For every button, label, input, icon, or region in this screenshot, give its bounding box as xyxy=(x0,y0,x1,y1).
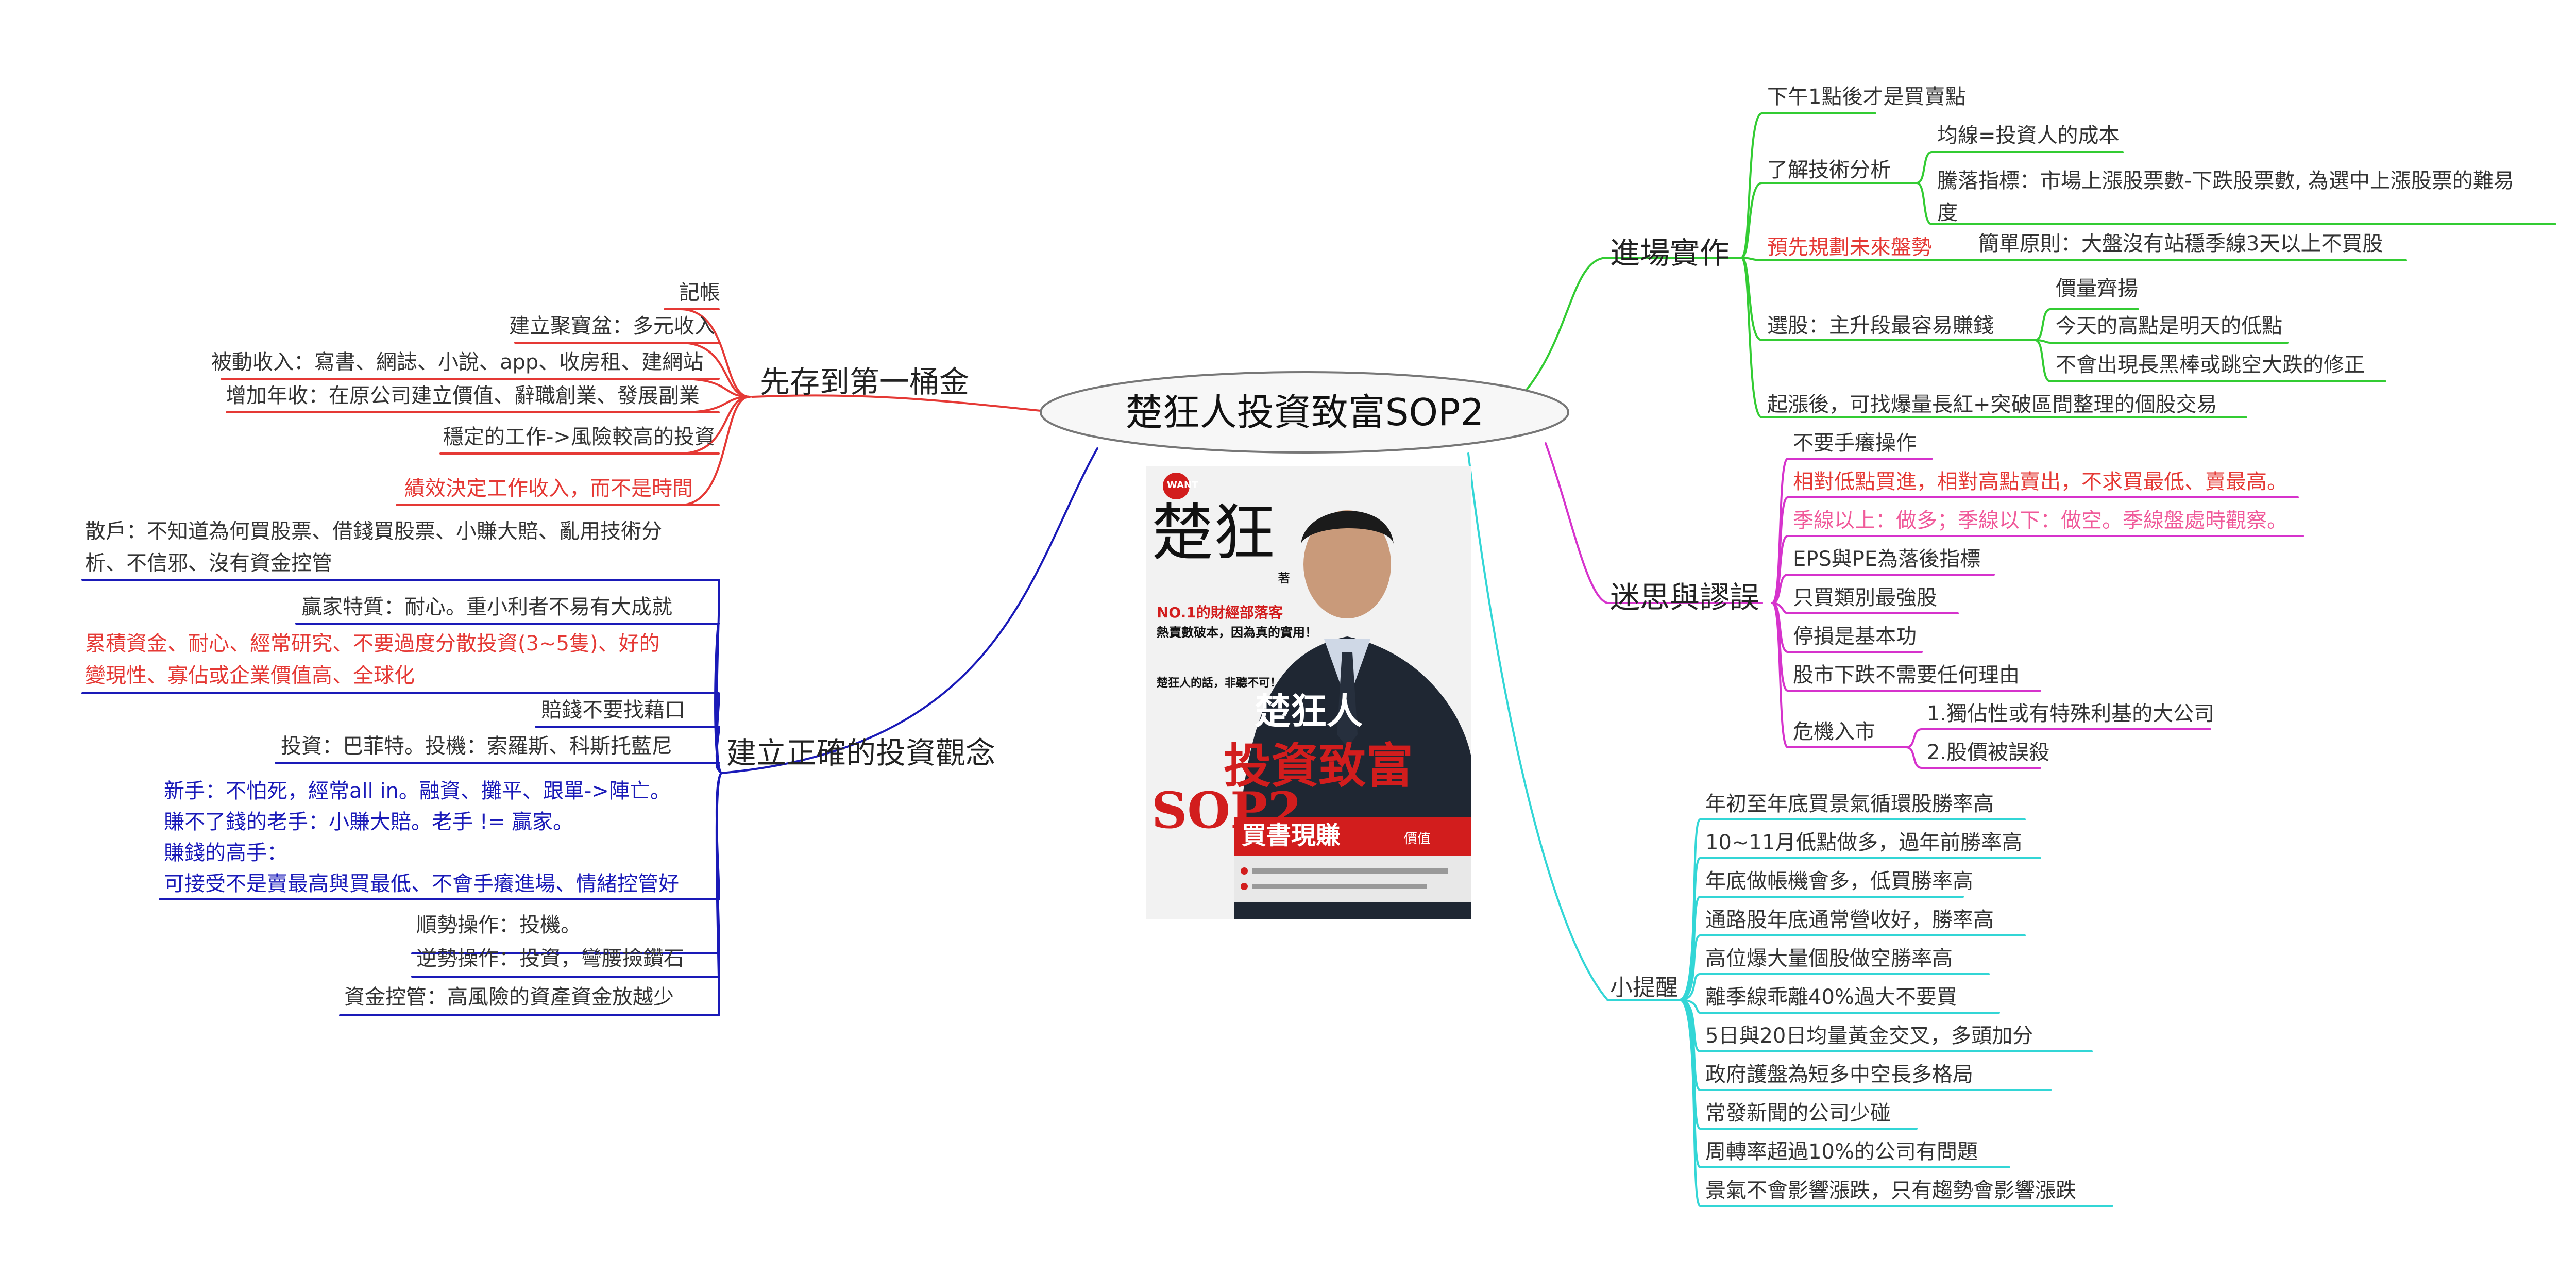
tip-item-3[interactable]: 年底做帳機會多，低買勝率高 xyxy=(1705,871,1973,892)
branch-save-label[interactable]: 先存到第一桶金 xyxy=(760,367,969,397)
practice-tech-item-2[interactable]: 騰落指標：市場上漲股票數-下跌股票數, 為選中上漲股票的難易度 xyxy=(1937,165,2524,229)
concept-item-9[interactable]: 可接受不是賣最高與買最低、不會手癢進場、情緒控管好 xyxy=(164,874,679,894)
save-item-4[interactable]: 增加年收：在原公司建立價值、辭職創業、發展副業 xyxy=(226,385,700,406)
branch-concept-label[interactable]: 建立正確的投資觀念 xyxy=(726,738,995,768)
concept-item-4[interactable]: 賠錢不要找藉口 xyxy=(541,700,685,720)
save-item-5[interactable]: 穩定的工作->風險較高的投資 xyxy=(443,427,715,447)
tip-item-4[interactable]: 通路股年底通常營收好，勝率高 xyxy=(1705,910,1994,930)
practice-plan-item[interactable]: 簡單原則：大盤沒有站穩季線3天以上不買股 xyxy=(1978,233,2383,254)
book-cover-image: WANT 楚狂 著 NO.1的財經部落客 熱賣數破本，因為真的實用！ 楚狂人的話… xyxy=(1146,466,1471,919)
practice-pick-item-1[interactable]: 價量齊揚 xyxy=(2056,278,2138,299)
practice-pick-item-3[interactable]: 不會出現長黑棒或跳空大跌的修正 xyxy=(2056,355,2365,375)
concept-item-12[interactable]: 資金控管：高風險的資產資金放越少 xyxy=(344,987,674,1008)
book-stamp-chars: 楚狂 xyxy=(1151,497,1275,569)
myth-item-3[interactable]: 季線以上：做多；季線以下：做空。季線盤處時觀察。 xyxy=(1793,510,2287,531)
myth-item-2[interactable]: 相對低點買進，相對高點賣出，不求買最低、賣最高。 xyxy=(1793,472,2287,492)
myth-item-4[interactable]: EPS與PE為落後指標 xyxy=(1793,549,1980,569)
central-topic[interactable]: 楚狂人投資致富SOP2 xyxy=(1038,370,1571,455)
book-logo: WANT xyxy=(1167,480,1198,491)
myth-item-7[interactable]: 股市下跌不需要任何理由 xyxy=(1793,665,2020,685)
practice-tech[interactable]: 了解技術分析 xyxy=(1767,160,1891,180)
practice-tech-item-1[interactable]: 均線=投資人的成本 xyxy=(1937,125,2120,146)
myth-item-5[interactable]: 只買類別最強股 xyxy=(1793,588,1937,608)
practice-buy-time[interactable]: 下午1點後才是買賣點 xyxy=(1767,87,1965,107)
concept-item-7[interactable]: 賺不了錢的老手：小賺大賠。老手 != 贏家。 xyxy=(164,812,573,832)
save-item-3[interactable]: 被動收入：寫書、網誌、小說、app、收房租、建網站 xyxy=(211,352,703,373)
tip-item-8[interactable]: 政府護盤為短多中空長多格局 xyxy=(1705,1064,1973,1085)
book-banner: 買書現賺 xyxy=(1242,821,1341,850)
save-item-6[interactable]: 績效決定工作收入，而不是時間 xyxy=(404,478,693,499)
concept-item-10[interactable]: 順勢操作：投機。 xyxy=(416,915,581,935)
tip-item-10[interactable]: 周轉率超過10%的公司有問題 xyxy=(1705,1142,1978,1162)
book-tagline-1: NO.1的財經部落客 xyxy=(1157,604,1283,621)
practice-rise[interactable]: 起漲後，可找爆量長紅+突破區間整理的個股交易 xyxy=(1767,394,2217,415)
myth-crisis[interactable]: 危機入市 xyxy=(1793,722,1875,742)
branch-tips-label[interactable]: 小提醒 xyxy=(1610,977,1678,999)
tip-item-5[interactable]: 高位爆大量個股做空勝率高 xyxy=(1705,948,1953,969)
concept-item-1[interactable]: 散戶：不知道為何買股票、借錢買股票、小賺大賠、亂用技術分析、不信邪、沒有資金控管 xyxy=(85,515,683,579)
practice-pick[interactable]: 選股：主升段最容易賺錢 xyxy=(1767,315,1994,336)
practice-plan[interactable]: 預先規劃未來盤勢 xyxy=(1767,237,1932,258)
mind-map-canvas: { "center": { "title": "楚狂人投資致富SOP2" }, … xyxy=(0,0,2576,1274)
myth-item-1[interactable]: 不要手癢操作 xyxy=(1793,433,1917,454)
practice-pick-item-2[interactable]: 今天的高點是明天的低點 xyxy=(2056,316,2282,337)
tip-item-9[interactable]: 常發新聞的公司少碰 xyxy=(1705,1103,1891,1124)
tip-item-7[interactable]: 5日與20日均量黃金交叉，多頭加分 xyxy=(1705,1026,2033,1046)
central-topic-title: 楚狂人投資致富SOP2 xyxy=(1125,391,1484,434)
tip-item-2[interactable]: 10~11月低點做多，過年前勝率高 xyxy=(1705,832,2022,853)
myth-item-6[interactable]: 停損是基本功 xyxy=(1793,626,1917,647)
book-stamp-sig: 著 xyxy=(1278,571,1290,585)
tip-item-1[interactable]: 年初至年底買景氣循環股勝率高 xyxy=(1705,794,1994,814)
concept-item-5[interactable]: 投資：巴菲特。投機：索羅斯、科斯托藍尼 xyxy=(281,736,672,757)
myth-crisis-item-2[interactable]: 2.股價被誤殺 xyxy=(1927,742,2049,763)
save-item-1[interactable]: 記帳 xyxy=(679,282,720,303)
tip-item-6[interactable]: 離季線乖離40%過大不要買 xyxy=(1705,987,1957,1008)
branch-practice-label[interactable]: 進場實作 xyxy=(1610,238,1730,268)
branch-myth-label[interactable]: 迷思與謬誤 xyxy=(1610,582,1759,612)
book-tagline-2: 熱賣數破本，因為真的實用！ xyxy=(1157,625,1317,640)
book-quote: 楚狂人的話，非聽不可！ xyxy=(1157,677,1282,690)
save-item-2[interactable]: 建立聚寶盆：多元收入 xyxy=(509,316,715,337)
book-title-main: 楚狂人 xyxy=(1255,690,1363,732)
concept-item-3[interactable]: 累積資金、耐心、經常研究、不要過度分散投資(3~5隻)、好的變現性、寡佔或企業價… xyxy=(85,628,677,692)
tip-item-11[interactable]: 景氣不會影響漲跌，只有趨勢會影響漲跌 xyxy=(1705,1180,2076,1201)
book-banner-small: 價值 xyxy=(1404,831,1431,847)
concept-item-2[interactable]: 贏家特質：耐心。重小利者不易有大成就 xyxy=(301,597,672,617)
concept-item-8[interactable]: 賺錢的高手： xyxy=(164,843,287,863)
myth-crisis-item-1[interactable]: 1.獨佔性或有特殊利基的大公司 xyxy=(1927,703,2214,724)
concept-item-6[interactable]: 新手：不怕死，經常all in。融資、攤平、跟單->陣亡。 xyxy=(164,781,671,801)
concept-item-11[interactable]: 逆勢操作：投資，彎腰撿鑽石 xyxy=(416,948,684,969)
